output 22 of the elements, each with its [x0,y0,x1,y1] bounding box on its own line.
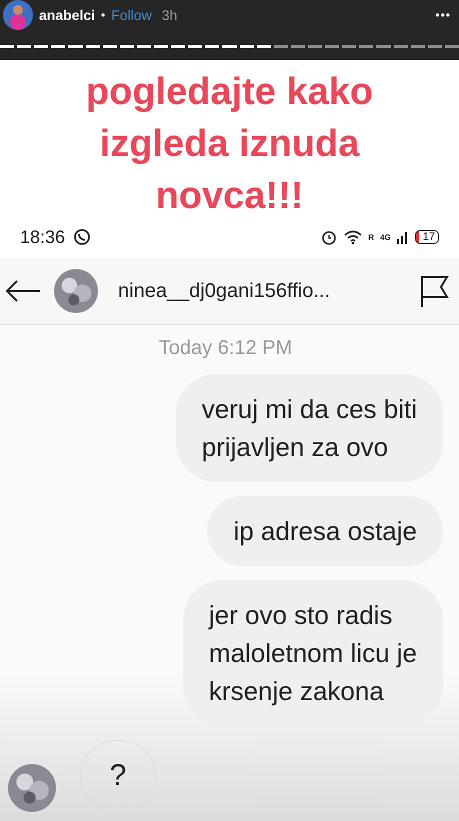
wifi-icon [344,229,362,245]
caption-text: pogledajte kako izgleda iznuda novca!!! [84,70,374,216]
alarm-icon [320,228,338,246]
separator-dot: • [101,8,106,22]
roaming-label: R [368,232,374,242]
message-bubble: ip adresa ostaje [207,496,443,566]
clock-time: 18:36 [20,226,66,248]
signal-icon [396,230,409,244]
follow-link[interactable]: Follow [111,7,152,23]
username[interactable]: anabelci [39,7,96,23]
chat-app-icon [73,228,92,246]
post-time: 3h [162,7,178,23]
flag-button[interactable] [419,274,449,308]
network-label: 4G [380,232,391,242]
sender-avatar [8,764,56,812]
back-button[interactable] [4,279,42,303]
contact-avatar [54,269,98,313]
more-button[interactable]: ••• [435,8,451,22]
profile-avatar[interactable] [3,0,33,30]
date-label: Today 6:12 PM [158,337,294,360]
battery-level: 17 [414,230,439,244]
message-bubble: veruj mi da ces biti prijavljen za ovo [176,374,443,482]
